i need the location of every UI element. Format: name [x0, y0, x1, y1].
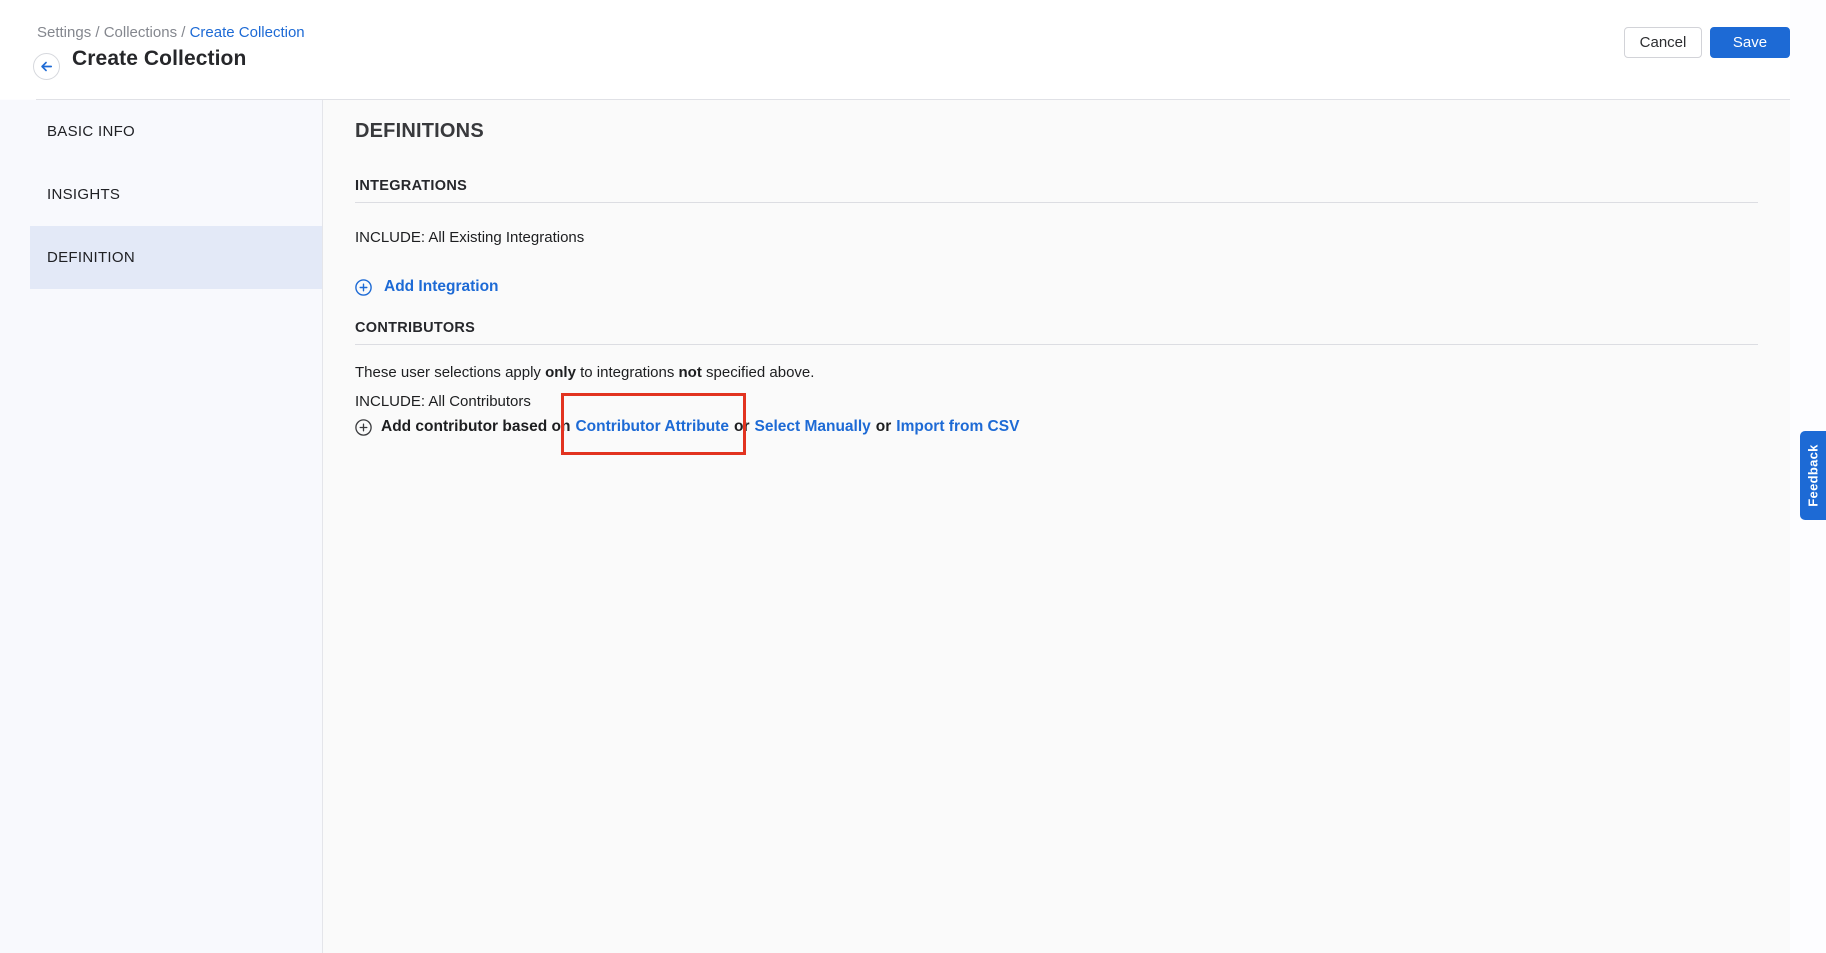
note-text: to integrations: [576, 364, 679, 381]
add-contributor-row: Add contributor based on Contributor Att…: [355, 418, 1019, 436]
contributor-attribute-link[interactable]: Contributor Attribute: [575, 418, 729, 435]
integrations-section-label: INTEGRATIONS: [355, 178, 467, 194]
create-collection-screen: Settings / Collections / Create Collecti…: [0, 0, 1826, 953]
integrations-divider: [355, 202, 1758, 203]
contributors-divider: [355, 344, 1758, 345]
note-bold-not: not: [679, 364, 702, 381]
or-text: or: [734, 418, 750, 436]
save-button[interactable]: Save: [1710, 27, 1790, 58]
plus-circle-icon: [355, 279, 372, 296]
plus-circle-icon: [355, 419, 372, 436]
sidebar-item-definition[interactable]: DEFINITION: [30, 226, 322, 289]
sidebar-item-basic-info[interactable]: BASIC INFO: [0, 100, 322, 163]
contributors-note: These user selections apply only to inte…: [355, 363, 814, 383]
sidebar-item-label: INSIGHTS: [47, 186, 120, 203]
or-text: or: [876, 418, 892, 436]
cancel-button[interactable]: Cancel: [1624, 27, 1702, 58]
note-text: These user selections apply: [355, 364, 545, 381]
definition-panel: DEFINITIONS INTEGRATIONS INCLUDE: All Ex…: [323, 100, 1790, 953]
feedback-tab-label: Feedback: [1806, 444, 1821, 506]
sidebar-item-insights[interactable]: INSIGHTS: [0, 163, 322, 226]
breadcrumb: Settings / Collections / Create Collecti…: [37, 24, 305, 41]
panel-title: DEFINITIONS: [355, 120, 484, 143]
page-title: Create Collection: [72, 47, 246, 71]
note-bold-only: only: [545, 364, 576, 381]
import-from-csv-link[interactable]: Import from CSV: [896, 418, 1019, 436]
add-integration-label: Add Integration: [384, 278, 499, 296]
sidebar-item-label: BASIC INFO: [47, 123, 135, 140]
sidebar-item-label: DEFINITION: [47, 249, 135, 266]
add-contributor-prefix: Add contributor based on: [381, 418, 570, 436]
arrow-left-icon: [39, 59, 54, 74]
select-manually-link[interactable]: Select Manually: [754, 418, 870, 436]
settings-sidebar: BASIC INFO INSIGHTS DEFINITION: [0, 100, 323, 953]
page-header: Settings / Collections / Create Collecti…: [0, 0, 1790, 99]
integrations-include-text: INCLUDE: All Existing Integrations: [355, 228, 584, 248]
feedback-tab[interactable]: Feedback: [1800, 431, 1826, 520]
back-button[interactable]: [33, 53, 60, 80]
breadcrumb-trail[interactable]: Settings / Collections /: [37, 24, 190, 41]
add-integration-button[interactable]: Add Integration: [355, 278, 499, 296]
contributors-section-label: CONTRIBUTORS: [355, 320, 475, 336]
contributors-include-text: INCLUDE: All Contributors: [355, 392, 531, 412]
note-text: specified above.: [702, 364, 815, 381]
breadcrumb-current: Create Collection: [190, 24, 305, 41]
